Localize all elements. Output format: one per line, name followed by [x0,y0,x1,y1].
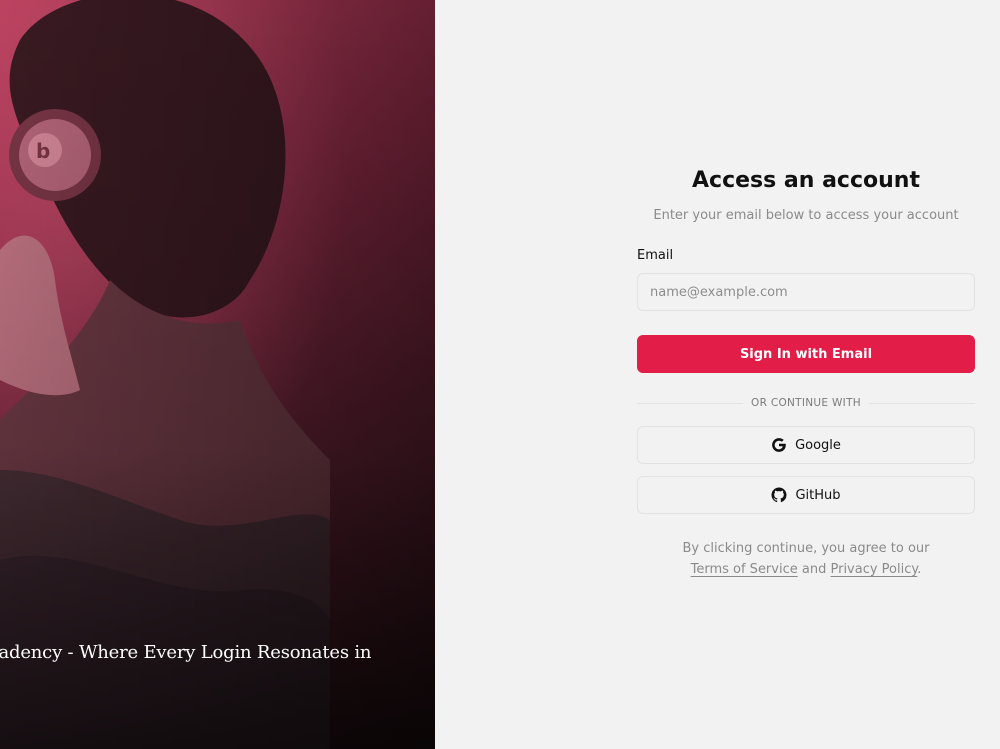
email-field[interactable] [637,273,975,311]
google-sign-in-button[interactable]: Google [637,426,975,464]
hero-image: b [0,0,435,749]
github-sign-in-button[interactable]: GitHub [637,476,975,514]
or-continue-divider: OR CONTINUE WITH [637,395,975,411]
legal-suffix: . [917,562,922,577]
github-button-label: GitHub [795,487,841,503]
legal-prefix: By clicking continue, you agree to our [682,541,930,556]
hero-caption: n Cadency - Where Every Login Resonates … [0,642,372,663]
page-title: Access an account [692,168,920,193]
hero-panel: b n Cadency - Where Every Login Resonate… [0,0,435,749]
terms-of-service-link[interactable]: Terms of Service [691,562,798,577]
privacy-policy-link[interactable]: Privacy Policy [830,562,917,577]
auth-form: Access an account Enter your email below… [637,165,975,580]
email-label: Email [637,248,674,263]
auth-panel: Access an account Enter your email below… [435,0,1000,749]
divider-label: OR CONTINUE WITH [743,397,869,409]
google-button-label: Google [795,437,841,453]
google-icon [771,437,787,453]
github-icon [771,487,787,503]
sign-in-with-email-button[interactable]: Sign In with Email [637,335,975,373]
auth-page: b n Cadency - Where Every Login Resonate… [0,0,1000,749]
legal-and: and [801,562,827,577]
page-subtitle: Enter your email below to access your ac… [653,208,959,223]
legal-notice: By clicking continue, you agree to our T… [637,538,975,580]
